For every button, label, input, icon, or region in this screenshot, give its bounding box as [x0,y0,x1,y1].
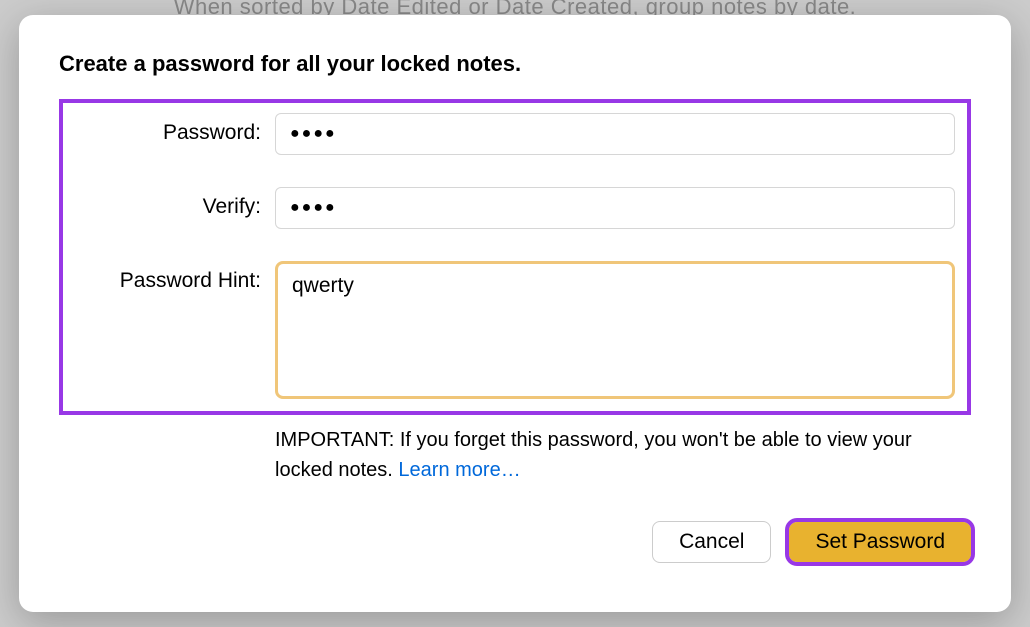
password-input[interactable]: ●●●● [275,113,955,155]
password-label: Password: [75,113,275,145]
important-message: IMPORTANT: If you forget this password, … [275,429,912,481]
set-password-button[interactable]: Set Password [789,522,971,562]
verify-input[interactable]: ●●●● [275,187,955,229]
hint-label: Password Hint: [75,261,275,293]
verify-row: Verify: ●●●● [75,187,955,229]
learn-more-link[interactable]: Learn more… [398,459,520,481]
password-dialog: Create a password for all your locked no… [19,15,1011,612]
password-hint-input[interactable] [275,261,955,399]
cancel-button[interactable]: Cancel [652,521,771,563]
password-row: Password: ●●●● [75,113,955,155]
hint-row: Password Hint: [75,261,955,399]
verify-label: Verify: [75,187,275,219]
form-highlight-area: Password: ●●●● Verify: ●●●● Password Hin… [59,99,971,415]
important-text: IMPORTANT: If you forget this password, … [275,425,971,485]
dialog-title: Create a password for all your locked no… [59,51,971,77]
important-row: IMPORTANT: If you forget this password, … [59,425,971,485]
button-row: Cancel Set Password [59,521,971,563]
